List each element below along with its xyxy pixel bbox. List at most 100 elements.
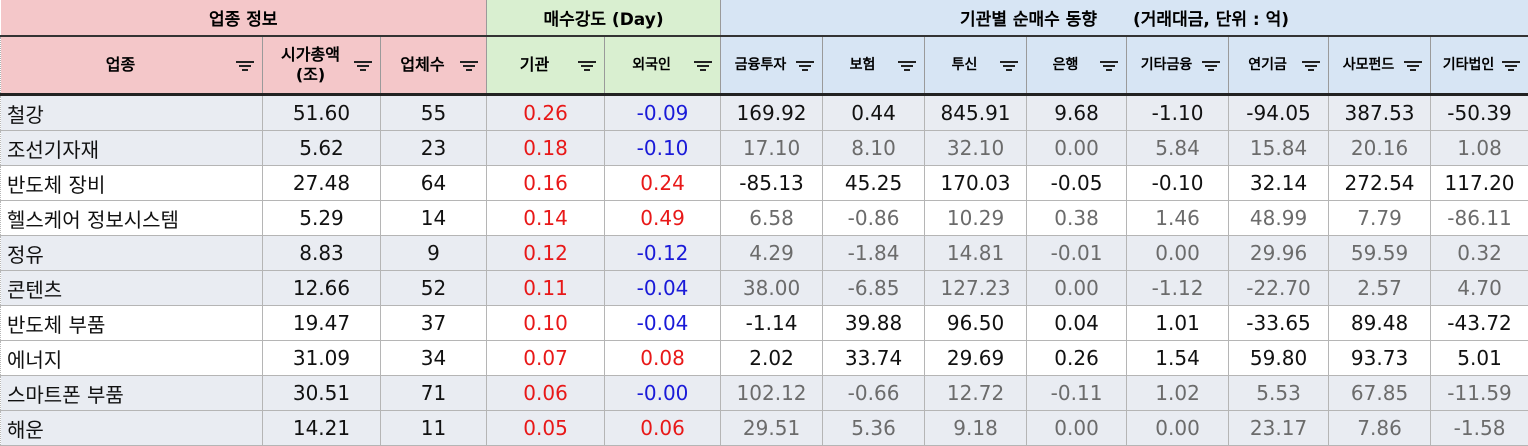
cell-market-cap: 31.09 <box>263 341 381 376</box>
cell-foreign-strength: 0.06 <box>605 411 721 446</box>
cell-trust: 845.91 <box>925 95 1027 131</box>
cell-other-corp: -11.59 <box>1431 376 1528 411</box>
group-header-sector-info: 업종 정보 <box>1 0 487 36</box>
market-cap-label-line2: (조) <box>296 65 325 84</box>
cell-other-corp: 117.20 <box>1431 166 1528 201</box>
filter-icon[interactable] <box>354 61 372 71</box>
cell-pension: 48.99 <box>1229 201 1329 236</box>
cell-trust: 32.10 <box>925 131 1027 166</box>
institution-flow-title: 기관별 순매수 동향 <box>960 10 1097 30</box>
cell-company-count: 71 <box>381 376 487 411</box>
cell-company-count: 14 <box>381 201 487 236</box>
column-header-other-corp[interactable]: 기타법인 <box>1431 36 1528 95</box>
cell-private-fund: 89.48 <box>1329 306 1431 341</box>
cell-market-cap: 14.21 <box>263 411 381 446</box>
filter-icon[interactable] <box>1202 61 1220 71</box>
filter-icon[interactable] <box>236 61 254 71</box>
cell-institution-strength: 0.05 <box>487 411 605 446</box>
table-row[interactable]: 조선기자재 5.62 23 0.18 -0.10 17.10 8.10 32.1… <box>1 131 1528 166</box>
column-header-company-count[interactable]: 업체수 <box>381 36 487 95</box>
cell-company-count: 23 <box>381 131 487 166</box>
filter-icon[interactable] <box>796 61 814 71</box>
column-label-sector: 업종 <box>106 55 135 75</box>
cell-pension: 23.17 <box>1229 411 1329 446</box>
cell-financial-investment: 29.51 <box>721 411 823 446</box>
column-header-institution[interactable]: 기관 <box>487 36 605 95</box>
filter-icon[interactable] <box>1502 61 1520 71</box>
cell-bank: 0.04 <box>1027 306 1127 341</box>
cell-foreign-strength: -0.04 <box>605 271 721 306</box>
column-header-foreign[interactable]: 외국인 <box>605 36 721 95</box>
cell-other-finance: -1.10 <box>1127 95 1229 131</box>
column-header-trust[interactable]: 투신 <box>925 36 1027 95</box>
cell-company-count: 34 <box>381 341 487 376</box>
cell-insurance: 45.25 <box>823 166 925 201</box>
cell-market-cap: 30.51 <box>263 376 381 411</box>
cell-bank: 0.26 <box>1027 341 1127 376</box>
table-row[interactable]: 스마트폰 부품 30.51 71 0.06 -0.00 102.12 -0.66… <box>1 376 1528 411</box>
cell-financial-investment: -85.13 <box>721 166 823 201</box>
column-header-sector[interactable]: 업종 <box>1 36 263 95</box>
cell-company-count: 52 <box>381 271 487 306</box>
table-row[interactable]: 철강 51.60 55 0.26 -0.09 169.92 0.44 845.9… <box>1 95 1528 131</box>
cell-financial-investment: 17.10 <box>721 131 823 166</box>
group-header-buy-strength: 매수강도 (Day) <box>487 0 721 36</box>
column-header-insurance[interactable]: 보험 <box>823 36 925 95</box>
cell-pension: -33.65 <box>1229 306 1329 341</box>
filter-icon[interactable] <box>1404 61 1422 71</box>
cell-financial-investment: 38.00 <box>721 271 823 306</box>
cell-sector: 해운 <box>1 411 263 446</box>
column-header-bank[interactable]: 은행 <box>1027 36 1127 95</box>
cell-trust: 14.81 <box>925 236 1027 271</box>
cell-other-finance: 0.00 <box>1127 236 1229 271</box>
filter-icon[interactable] <box>1000 61 1018 71</box>
cell-pension: 5.53 <box>1229 376 1329 411</box>
column-label-insurance: 보험 <box>850 55 876 75</box>
cell-market-cap: 12.66 <box>263 271 381 306</box>
table-row[interactable]: 해운 14.21 11 0.05 0.06 29.51 5.36 9.18 0.… <box>1 411 1528 446</box>
filter-icon[interactable] <box>1100 61 1118 71</box>
cell-financial-investment: -1.14 <box>721 306 823 341</box>
market-cap-label-line1: 시가총액 <box>281 45 340 64</box>
cell-sector: 헬스케어 정보시스템 <box>1 201 263 236</box>
cell-sector: 스마트폰 부품 <box>1 376 263 411</box>
filter-icon[interactable] <box>1302 61 1320 71</box>
cell-sector: 정유 <box>1 236 263 271</box>
column-header-pension[interactable]: 연기금 <box>1229 36 1329 95</box>
cell-private-fund: 59.59 <box>1329 236 1431 271</box>
cell-other-finance: 0.00 <box>1127 411 1229 446</box>
cell-market-cap: 5.29 <box>263 201 381 236</box>
cell-insurance: 8.10 <box>823 131 925 166</box>
filter-icon[interactable] <box>898 61 916 71</box>
cell-foreign-strength: 0.24 <box>605 166 721 201</box>
column-header-private-fund[interactable]: 사모펀드 <box>1329 36 1431 95</box>
column-label-other-corp: 기타법인 <box>1443 55 1495 75</box>
cell-insurance: 39.88 <box>823 306 925 341</box>
cell-bank: 0.00 <box>1027 411 1127 446</box>
cell-institution-strength: 0.18 <box>487 131 605 166</box>
cell-market-cap: 27.48 <box>263 166 381 201</box>
cell-institution-strength: 0.12 <box>487 236 605 271</box>
cell-institution-strength: 0.07 <box>487 341 605 376</box>
table-row[interactable]: 콘텐츠 12.66 52 0.11 -0.04 38.00 -6.85 127.… <box>1 271 1528 306</box>
cell-foreign-strength: 0.49 <box>605 201 721 236</box>
column-header-market-cap[interactable]: 시가총액(조) <box>263 36 381 95</box>
table-row[interactable]: 정유 8.83 9 0.12 -0.12 4.29 -1.84 14.81 -0… <box>1 236 1528 271</box>
filter-icon[interactable] <box>460 61 478 71</box>
table-row[interactable]: 에너지 31.09 34 0.07 0.08 2.02 33.74 29.69 … <box>1 341 1528 376</box>
column-header-other-finance[interactable]: 기타금융 <box>1127 36 1229 95</box>
cell-trust: 12.72 <box>925 376 1027 411</box>
cell-sector: 조선기자재 <box>1 131 263 166</box>
cell-bank: -0.05 <box>1027 166 1127 201</box>
cell-market-cap: 19.47 <box>263 306 381 341</box>
column-header-financial-investment[interactable]: 금융투자 <box>721 36 823 95</box>
cell-bank: -0.01 <box>1027 236 1127 271</box>
table-row[interactable]: 헬스케어 정보시스템 5.29 14 0.14 0.49 6.58 -0.86 … <box>1 201 1528 236</box>
cell-bank: 0.00 <box>1027 271 1127 306</box>
filter-icon[interactable] <box>578 61 596 71</box>
filter-icon[interactable] <box>694 61 712 71</box>
cell-bank: 0.00 <box>1027 131 1127 166</box>
table-row[interactable]: 반도체 부품 19.47 37 0.10 -0.04 -1.14 39.88 9… <box>1 306 1528 341</box>
table-row[interactable]: 반도체 장비 27.48 64 0.16 0.24 -85.13 45.25 1… <box>1 166 1528 201</box>
cell-pension: 59.80 <box>1229 341 1329 376</box>
